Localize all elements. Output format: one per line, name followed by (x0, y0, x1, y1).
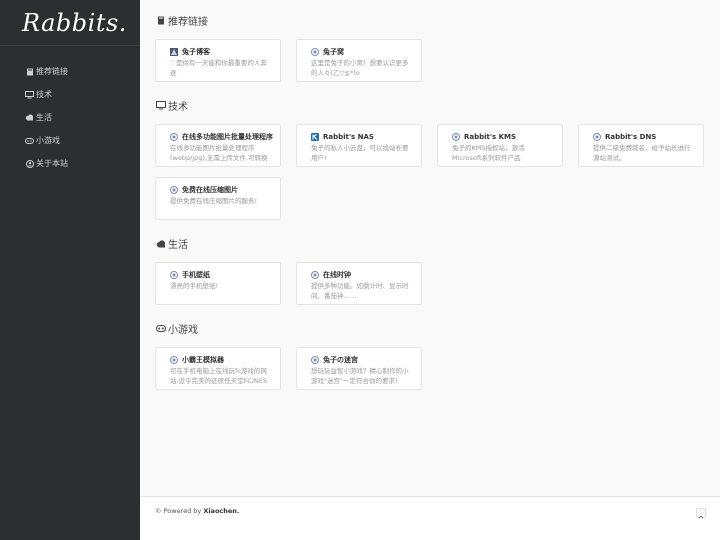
cloud-icon (25, 113, 34, 122)
user-icon (25, 159, 34, 168)
card-title: Rabbit's DNS (605, 132, 657, 141)
card-title: 在线多功能图片批量处理程序 (182, 132, 273, 141)
link-card-rabbit-maze[interactable]: 兔子の迷宫 想玩玩益智小游戏？精心制作的小游戏"迷宫"一定符合你的要求! (296, 347, 422, 390)
section-title-text: 生活 (168, 240, 188, 251)
sidebar-item-life[interactable]: 生活 (0, 106, 140, 129)
globe-icon (170, 185, 178, 194)
card-description: ♡是你有一天能和你最重要的人奔逐 (170, 59, 267, 77)
card-description: 提供二级免费域名，给予站长进行源站测试。 (593, 144, 691, 162)
link-card-image-batch[interactable]: 在线多功能图片批量处理程序 在线多功能图片批量处理程序(webp/jpg),无需… (155, 124, 281, 167)
globe-icon (311, 270, 319, 279)
globe-icon (170, 355, 178, 364)
card-title: 兔子博客 (182, 47, 210, 56)
globe-icon (170, 270, 178, 279)
link-card-rabbit-dns[interactable]: Rabbit's DNS 提供二级免费域名，给予站长进行源站测试。 (578, 124, 704, 167)
globe-icon (593, 132, 601, 141)
sidebar-item-label: 生活 (36, 113, 52, 122)
site-logo[interactable]: Rabbits. (0, 0, 140, 46)
section-title-tech: 技术 (155, 98, 188, 113)
globe-icon (311, 355, 319, 364)
card-title: 手机壁纸 (182, 270, 210, 279)
link-card-rabbit-nas[interactable]: Rabbit's NAS 兔子的私人小云盘，可以找站长要用户! (296, 124, 422, 167)
sidebar: Rabbits. 推荐链接 技术 生活 小游戏 关于本站 (0, 0, 140, 540)
sidebar-item-games[interactable]: 小游戏 (0, 129, 140, 152)
card-title: 在线时钟 (323, 270, 351, 279)
gamepad-icon (155, 324, 166, 334)
link-card-wallpaper[interactable]: 手机壁纸 漂亮的手机壁纸! (155, 262, 281, 305)
card-title: Rabbit's NAS (323, 132, 374, 141)
main-content: 推荐链接 兔子博客 ♡是你有一天能和你最重要的人奔逐 兔子窝 这里是兔子的小窝！… (140, 0, 720, 540)
sidebar-item-label: 技术 (36, 90, 52, 99)
sidebar-item-tech[interactable]: 技术 (0, 83, 140, 106)
sidebar-item-about[interactable]: 关于本站 (0, 152, 140, 175)
card-title: 小霸王模拟器 (182, 355, 224, 364)
card-description: 提供免费在线压缩图片的服务! (170, 197, 258, 205)
logo-text: Rabbits. (22, 8, 127, 37)
link-card-online-clock[interactable]: 在线时钟 提供多种功能。如倒计时、显示时间、番茄钟…… (296, 262, 422, 305)
globe-icon (170, 132, 178, 141)
book-icon (25, 67, 34, 76)
book-icon (155, 16, 166, 26)
card-title: Rabbit's KMS (464, 132, 517, 141)
footer-author-link[interactable]: Xiaochen. (203, 507, 239, 515)
cloud-icon (155, 239, 166, 249)
section-title-text: 推荐链接 (168, 17, 208, 28)
card-description: 提供多种功能。如倒计时、显示时间、番茄钟…… (311, 282, 409, 300)
site-favicon-icon (170, 47, 178, 56)
section-title-text: 技术 (168, 102, 188, 113)
section-title-games: 小游戏 (155, 321, 198, 336)
link-card-rabbit-kms[interactable]: Rabbit's KMS 兔子的KMS授权站，激活Microsoft系列软件产品 (437, 124, 563, 167)
sidebar-item-label: 关于本站 (36, 159, 68, 168)
link-card-fc-emulator[interactable]: 小霸王模拟器 可在手机电脑上在线玩fc游戏的网站,近乎完美的还原任天堂FC/NE… (155, 347, 281, 390)
card-title: 兔子窝 (323, 47, 344, 56)
link-card-image-compress[interactable]: 免费在线压缩图片 提供免费在线压缩图片的服务! (155, 177, 281, 220)
monitor-icon (155, 101, 166, 111)
link-card-rabbit-blog[interactable]: 兔子博客 ♡是你有一天能和你最重要的人奔逐 (155, 39, 281, 82)
globe-icon (452, 132, 460, 141)
sidebar-item-recommend[interactable]: 推荐链接 (0, 60, 140, 83)
page-footer: © Powered by Xiaochen. (140, 496, 720, 540)
gamepad-icon (25, 136, 34, 145)
globe-icon (311, 47, 319, 56)
footer-prefix: © Powered by (155, 507, 204, 515)
card-description: 想玩玩益智小游戏？精心制作的小游戏"迷宫"一定符合你的要求! (311, 367, 409, 385)
card-title: 免费在线压缩图片 (182, 185, 238, 194)
sidebar-nav: 推荐链接 技术 生活 小游戏 关于本站 (0, 46, 140, 175)
chevron-up-icon (698, 504, 704, 523)
section-title-recommend: 推荐链接 (155, 13, 208, 28)
card-description: 在线多功能图片批量处理程序(webp/jpg),无需上传文件,可转换 (170, 144, 268, 162)
sidebar-item-label: 推荐链接 (36, 67, 68, 76)
footer-credit: © Powered by Xiaochen. (155, 507, 239, 515)
sidebar-item-label: 小游戏 (36, 136, 60, 145)
card-description: 兔子的KMS授权站，激活Microsoft系列软件产品 (452, 144, 525, 162)
section-title-life: 生活 (155, 236, 188, 251)
card-description: 可在手机电脑上在线玩fc游戏的网站,近乎完美的还原任天堂FC/NES游戏机 (170, 367, 268, 385)
back-to-top-button[interactable] (696, 508, 706, 519)
card-title: 兔子の迷宫 (323, 355, 358, 364)
card-description: 兔子的私人小云盘，可以找站长要用户! (311, 144, 409, 162)
monitor-icon (25, 90, 34, 99)
link-card-rabbit-nest[interactable]: 兔子窝 这里是兔子的小窝！想要认识更多的人々(乙▽≦*)o (296, 39, 422, 82)
section-title-text: 小游戏 (168, 325, 198, 336)
card-description: 漂亮的手机壁纸! (170, 282, 219, 290)
k-logo-icon (311, 132, 319, 141)
card-description: 这里是兔子的小窝！想要认识更多的人々(乙▽≦*)o (311, 59, 409, 77)
